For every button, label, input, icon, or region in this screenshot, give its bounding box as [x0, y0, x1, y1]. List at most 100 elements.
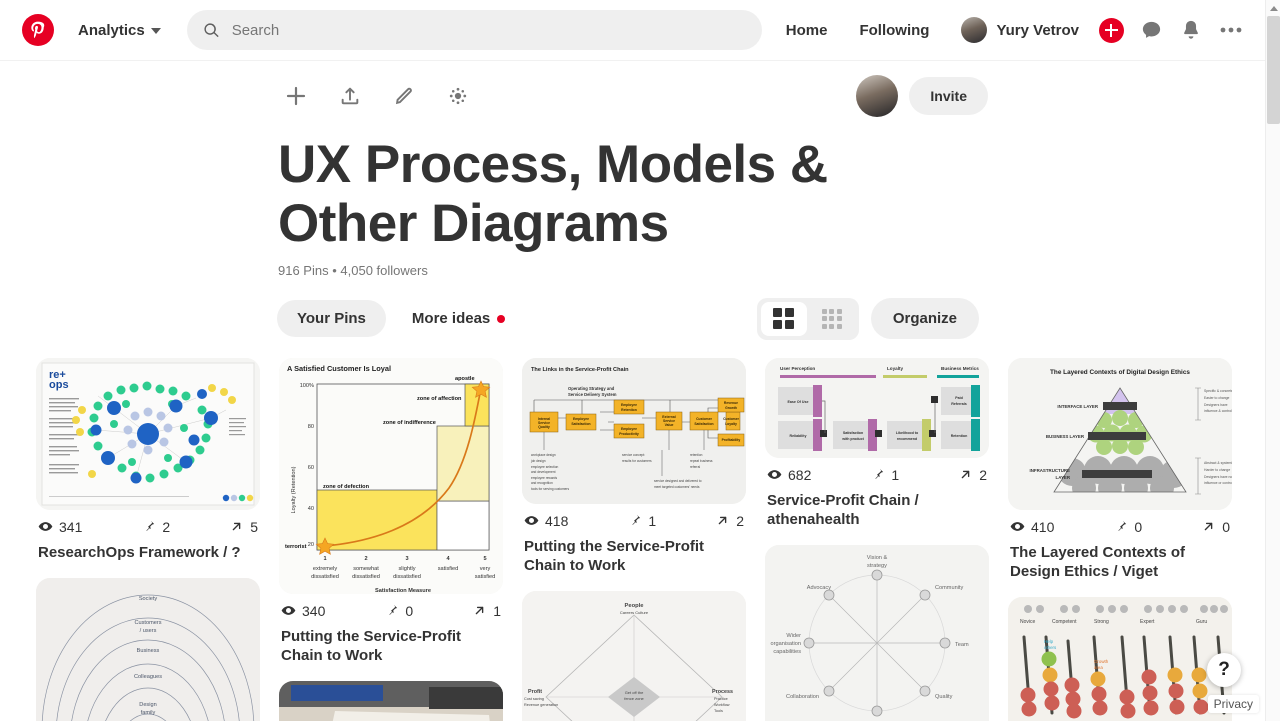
svg-text:with product: with product	[841, 437, 864, 441]
messages-button[interactable]	[1131, 10, 1171, 50]
svg-text:Competent: Competent	[1052, 619, 1077, 625]
edit-tool[interactable]	[386, 78, 422, 114]
svg-text:and development: and development	[531, 470, 556, 474]
svg-text:results for customers: results for customers	[622, 459, 652, 463]
skills-beads-thumbnail: Novice Competent Strong Expert Guru Help…	[1008, 597, 1232, 721]
svg-text:A Satisfied Customer Is Loyal: A Satisfied Customer Is Loyal	[287, 364, 391, 373]
pin-views: 410	[1010, 519, 1054, 535]
pin-image-researchops-framework[interactable]: re+ ops	[36, 357, 260, 510]
pin-image-people-process-profit-diamond[interactable]: Get off the fence zone People Careers Cu…	[522, 591, 746, 721]
help-button[interactable]: ?	[1207, 653, 1241, 687]
collaborator-avatar[interactable]	[856, 75, 899, 117]
pin-image-links-in-service-profit-chain[interactable]: The Links in the Service-Profit Chain Op…	[522, 357, 746, 504]
pin-views-count: 340	[302, 602, 326, 619]
pin-title[interactable]: The Layered Contexts of Design Ethics / …	[1010, 543, 1230, 581]
svg-text:area: area	[1094, 665, 1103, 670]
more-options-button[interactable]	[1211, 10, 1251, 50]
pin-card[interactable]: A Satisfied Customer Is Loyal 100% 80 60 4…	[279, 357, 503, 665]
eye-icon	[524, 516, 539, 526]
pin-card[interactable]: User Perception Loyalty Business Metrics	[765, 357, 989, 529]
svg-text:satisfied: satisfied	[475, 574, 496, 580]
svg-text:employee rewards: employee rewards	[531, 476, 557, 480]
scrollbar-thumb[interactable]	[1267, 16, 1280, 124]
svg-text:Likelihood to: Likelihood to	[896, 431, 919, 435]
upload-icon	[341, 87, 359, 105]
add-pin-tool[interactable]	[278, 78, 314, 114]
tab-more-ideas[interactable]: More ideas	[392, 300, 525, 337]
svg-text:organisation: organisation	[771, 641, 801, 647]
arrow-up-right-icon	[232, 522, 241, 531]
pin-title[interactable]: Putting the Service-Profit Chain to Work	[524, 537, 744, 575]
pinterest-logo-icon[interactable]	[22, 14, 54, 46]
pin-card[interactable]: The Layered Contexts of Digital Design E…	[1008, 357, 1232, 581]
eye-icon	[767, 470, 782, 480]
pin-image-skills-matrix-beads[interactable]: Novice Competent Strong Expert Guru Help…	[1008, 597, 1232, 721]
tab-your-pins[interactable]: Your Pins	[277, 300, 386, 338]
svg-text:20: 20	[308, 542, 314, 548]
pin-title[interactable]: Service-Profit Chain / athenahealth	[767, 491, 987, 529]
pin-icon	[1118, 521, 1127, 532]
pin-saves-count: 1	[891, 466, 900, 483]
more-options-tool[interactable]	[440, 78, 476, 114]
chat-bubble-icon	[1142, 21, 1160, 38]
pin-image-design-maturity-radar[interactable]: Vision & strategy Community Team Quality…	[765, 545, 989, 721]
pin-card[interactable]: Society Customers / users Business Collea…	[36, 577, 260, 721]
pin-saves-count: 0	[1134, 518, 1143, 535]
analytics-dropdown[interactable]: Analytics	[78, 22, 161, 39]
nav-link-home[interactable]: Home	[770, 22, 844, 39]
page-scrollbar[interactable]	[1265, 0, 1280, 721]
svg-text:service concept:: service concept:	[622, 453, 645, 457]
grid-dense-icon	[821, 308, 842, 329]
board-tools-group	[278, 78, 476, 114]
svg-text:Ease Of Use: Ease Of Use	[788, 400, 809, 404]
pin-shares-count: 2	[736, 512, 744, 529]
pin-card[interactable]: Novice Competent Strong Expert Guru Help…	[1008, 597, 1232, 721]
svg-text:zone of affection: zone of affection	[417, 396, 462, 402]
svg-text:others: others	[1044, 645, 1057, 650]
svg-text:Paid: Paid	[955, 396, 963, 400]
pin-title[interactable]: ResearchOps Framework / ?	[38, 543, 258, 562]
privacy-label[interactable]: Privacy	[1207, 695, 1259, 713]
pin-card[interactable]	[279, 681, 503, 721]
upload-tool[interactable]	[332, 78, 368, 114]
nav-link-following[interactable]: Following	[843, 22, 945, 39]
nav-right-group: Home Following Yury Vetrov	[770, 10, 1251, 50]
pin-image-service-profit-chain-athenahealth[interactable]: User Perception Loyalty Business Metrics	[765, 357, 989, 458]
view-dense-button[interactable]	[809, 302, 855, 336]
svg-text:/ users: / users	[140, 628, 157, 634]
svg-text:meet targeted customers' needs: meet targeted customers' needs	[654, 485, 700, 489]
pin-shares-count: 0	[1222, 518, 1230, 535]
radar-spider-thumbnail: Vision & strategy Community Team Quality…	[765, 545, 989, 721]
ethics-pyramid-thumbnail: The Layered Contexts of Digital Design E…	[1008, 357, 1232, 510]
view-large-button[interactable]	[760, 301, 807, 336]
pin-shares: 2	[958, 467, 987, 483]
pin-image-layered-contexts-design-ethics[interactable]: The Layered Contexts of Digital Design E…	[1008, 357, 1232, 510]
svg-text:retention: retention	[690, 453, 703, 457]
pin-card[interactable]: The Links in the Service-Profit Chain Op…	[522, 357, 746, 575]
pin-card[interactable]: re+ ops 341 2 5 ResearchOps Framework / …	[36, 357, 260, 562]
pin-card[interactable]: Vision & strategy Community Team Quality…	[765, 545, 989, 721]
svg-text:Easier to change: Easier to change	[1204, 396, 1230, 400]
pin-image-satisfied-customer-is-loyal[interactable]: A Satisfied Customer Is Loyal 100% 80 60 4…	[279, 357, 503, 594]
svg-text:very: very	[480, 566, 491, 572]
invite-button[interactable]: Invite	[909, 77, 988, 115]
create-button[interactable]	[1091, 10, 1131, 50]
svg-text:Revenue generation: Revenue generation	[524, 703, 558, 707]
svg-text:Loyalty (Retention): Loyalty (Retention)	[291, 466, 297, 513]
svg-text:Harder to change: Harder to change	[1204, 468, 1230, 472]
pin-shares: 2	[715, 513, 744, 529]
pin-saves-count: 2	[162, 518, 171, 535]
svg-text:service designed and delivered: service designed and delivered to	[654, 479, 702, 483]
scroll-up-arrow-icon[interactable]	[1266, 0, 1280, 16]
plus-icon	[286, 86, 306, 106]
search-bar[interactable]	[186, 10, 762, 50]
notifications-button[interactable]	[1171, 10, 1211, 50]
nav-user-menu[interactable]: Yury Vetrov	[945, 17, 1091, 43]
pin-image-circles-of-influence[interactable]: Society Customers / users Business Collea…	[36, 577, 260, 721]
svg-text:Retention: Retention	[621, 408, 637, 412]
pin-title[interactable]: Putting the Service-Profit Chain to Work	[281, 627, 501, 665]
pin-image-skills-board-photo[interactable]	[279, 681, 503, 721]
search-input[interactable]	[231, 21, 746, 39]
pin-card[interactable]: Get off the fence zone People Careers Cu…	[522, 591, 746, 721]
organize-button[interactable]: Organize	[870, 298, 979, 340]
